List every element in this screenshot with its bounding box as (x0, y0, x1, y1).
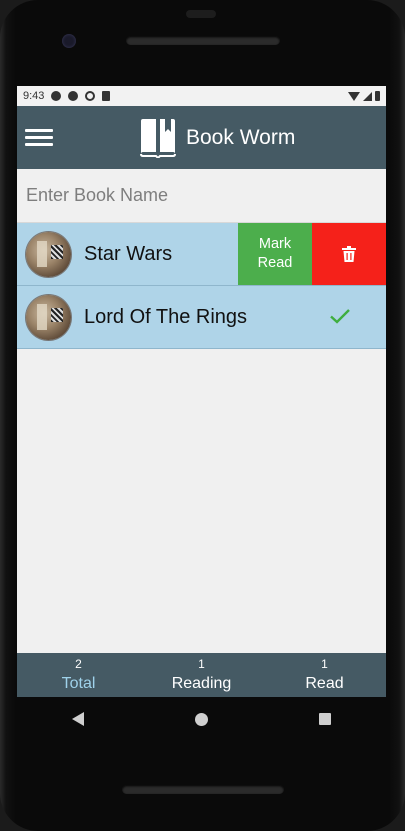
stat-total-label: Total (61, 675, 96, 692)
app-screen: 9:43 Book Worm Enter Book Name Star Wars… (17, 86, 386, 697)
book-title: Star Wars (84, 242, 173, 265)
book-name-input[interactable] (17, 185, 386, 206)
bottom-speaker (122, 785, 284, 794)
book-cover-thumbnail (26, 231, 71, 277)
sync-icon (85, 91, 96, 101)
mark-read-button[interactable]: Mark Read (238, 223, 312, 285)
stat-reading-count: 1 (198, 657, 205, 671)
status-bar: 9:43 (17, 86, 386, 106)
stat-reading[interactable]: 1 Reading (140, 653, 263, 697)
top-speaker (126, 36, 280, 45)
signal-icon (363, 91, 372, 101)
list-item[interactable]: Star Wars Mark Read (17, 223, 386, 286)
search-bar (17, 169, 386, 223)
book-title: Lord Of The Rings (84, 305, 248, 328)
home-icon[interactable] (194, 712, 208, 726)
book-icon (140, 119, 176, 158)
phone-frame: 9:43 Book Worm Enter Book Name Star Wars… (0, 0, 405, 831)
back-icon[interactable] (72, 712, 85, 726)
delete-button[interactable] (312, 223, 386, 285)
top-sensor (186, 10, 216, 18)
stat-reading-label: Reading (171, 675, 232, 692)
sd-card-icon (102, 91, 111, 101)
stat-read-label: Read (305, 675, 344, 692)
front-camera (62, 34, 76, 48)
wifi-icon (348, 91, 360, 101)
mark-read-label-line1: Mark (258, 236, 292, 252)
trash-icon (342, 246, 356, 262)
status-time: 9:43 (23, 90, 45, 102)
stat-read[interactable]: 1 Read (263, 653, 386, 697)
list-item[interactable]: Lord Of The Rings (17, 286, 386, 349)
recent-apps-icon[interactable] (318, 713, 331, 725)
stat-total[interactable]: 2 Total (17, 653, 140, 697)
brand: Book Worm (139, 118, 295, 158)
mark-read-label-line2: Read (257, 255, 293, 271)
stats-bar: 2 Total 1 Reading 1 Read (17, 653, 386, 697)
checkmark-icon (330, 309, 350, 324)
settings-icon (51, 91, 62, 101)
app-title: Book Worm (186, 126, 296, 149)
hamburger-menu-icon[interactable] (25, 126, 53, 148)
stat-total-count: 2 (75, 657, 82, 671)
book-cover-thumbnail (26, 294, 71, 340)
battery-icon (375, 91, 380, 101)
app-header: Book Worm (17, 106, 386, 169)
system-nav-bar (17, 697, 386, 741)
accessibility-icon (68, 91, 79, 101)
stat-read-count: 1 (321, 657, 328, 671)
